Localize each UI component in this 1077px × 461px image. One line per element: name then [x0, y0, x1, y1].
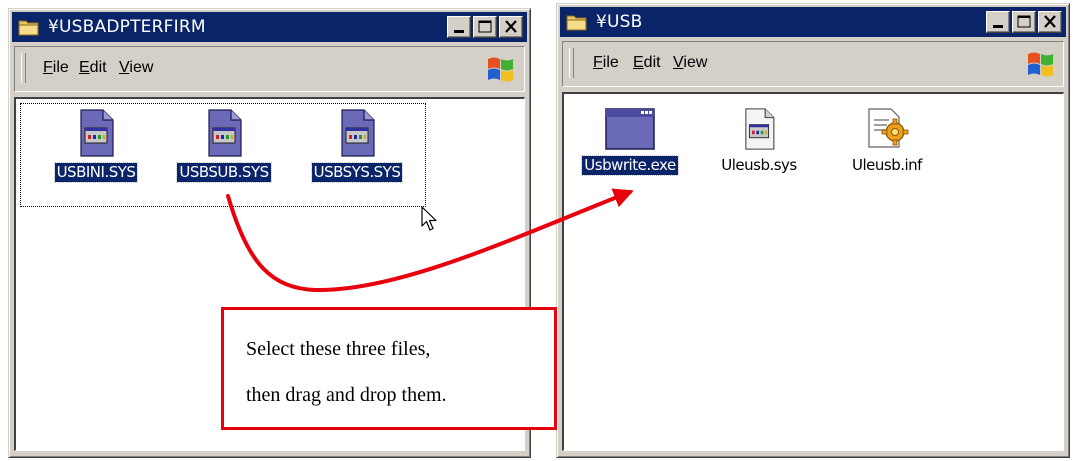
file-item-usbsys-sys[interactable]: USBSYS.SYS	[292, 109, 422, 183]
menu-view[interactable]: View	[119, 59, 153, 77]
file-label: Uleusb.inf	[852, 156, 922, 174]
toolbar-grip[interactable]	[21, 53, 26, 83]
minimize-icon	[993, 25, 1003, 28]
menu-edit[interactable]: Edit	[633, 54, 661, 72]
file-label: USBSYS.SYS	[310, 162, 404, 183]
maximize-icon	[478, 20, 492, 33]
minimize-button[interactable]	[986, 11, 1010, 33]
file-label: USBSUB.SYS	[176, 162, 272, 183]
window-title: ¥USBADPTERFIRM	[48, 17, 206, 37]
window-title: ¥USB	[596, 12, 643, 32]
toolbar-grip[interactable]	[569, 48, 574, 78]
file-label: Uleusb.sys	[721, 156, 797, 174]
file-item-usbwrite-exe[interactable]: Usbwrite.exe	[570, 108, 690, 176]
sys-file-icon	[206, 109, 242, 157]
maximize-icon	[1017, 15, 1031, 28]
title-bar[interactable]: ¥USB	[560, 7, 1066, 37]
sys-file-icon	[741, 108, 777, 150]
file-item-uleusb-sys[interactable]: Uleusb.sys	[704, 108, 814, 175]
sys-file-icon	[339, 109, 375, 157]
menu-bar: File Edit View	[14, 46, 525, 92]
windows-logo-icon	[1023, 49, 1057, 79]
minimize-button[interactable]	[447, 16, 471, 38]
close-icon	[1044, 15, 1056, 28]
file-label: USBINI.SYS	[53, 162, 139, 183]
maximize-button[interactable]	[1012, 11, 1036, 33]
file-list-pane[interactable]: Usbwrite.exe Uleusb.sys Uleusb.inf	[562, 92, 1064, 451]
menu-view[interactable]: View	[673, 54, 707, 72]
windows-logo-icon	[483, 54, 517, 84]
menu-file[interactable]: File	[43, 59, 69, 77]
maximize-button[interactable]	[473, 16, 497, 38]
file-item-usbini-sys[interactable]: USBINI.SYS	[36, 109, 156, 183]
file-label: Usbwrite.exe	[581, 155, 679, 176]
instruction-callout: Select these three files, then drag and …	[221, 307, 557, 430]
folder-icon	[18, 18, 40, 36]
mouse-cursor-icon	[421, 206, 437, 231]
folder-icon	[566, 13, 588, 31]
menu-file[interactable]: File	[593, 54, 619, 72]
minimize-icon	[454, 30, 464, 33]
exe-file-icon	[605, 108, 655, 150]
explorer-window-usb[interactable]: ¥USB File Edit View Usbwrite.exe Uleusb.…	[556, 3, 1070, 458]
inf-file-icon	[865, 106, 909, 150]
callout-line-2: then drag and drop them.	[246, 384, 447, 406]
menu-edit[interactable]: Edit	[79, 59, 107, 77]
file-item-usbsub-sys[interactable]: USBSUB.SYS	[160, 109, 288, 183]
file-item-uleusb-inf[interactable]: Uleusb.inf	[832, 106, 942, 175]
close-button[interactable]	[499, 16, 523, 38]
menu-bar: File Edit View	[562, 41, 1064, 87]
close-icon	[505, 20, 517, 33]
title-bar[interactable]: ¥USBADPTERFIRM	[12, 12, 527, 42]
close-button[interactable]	[1038, 11, 1062, 33]
callout-line-1: Select these three files,	[246, 338, 431, 360]
sys-file-icon	[78, 109, 114, 157]
